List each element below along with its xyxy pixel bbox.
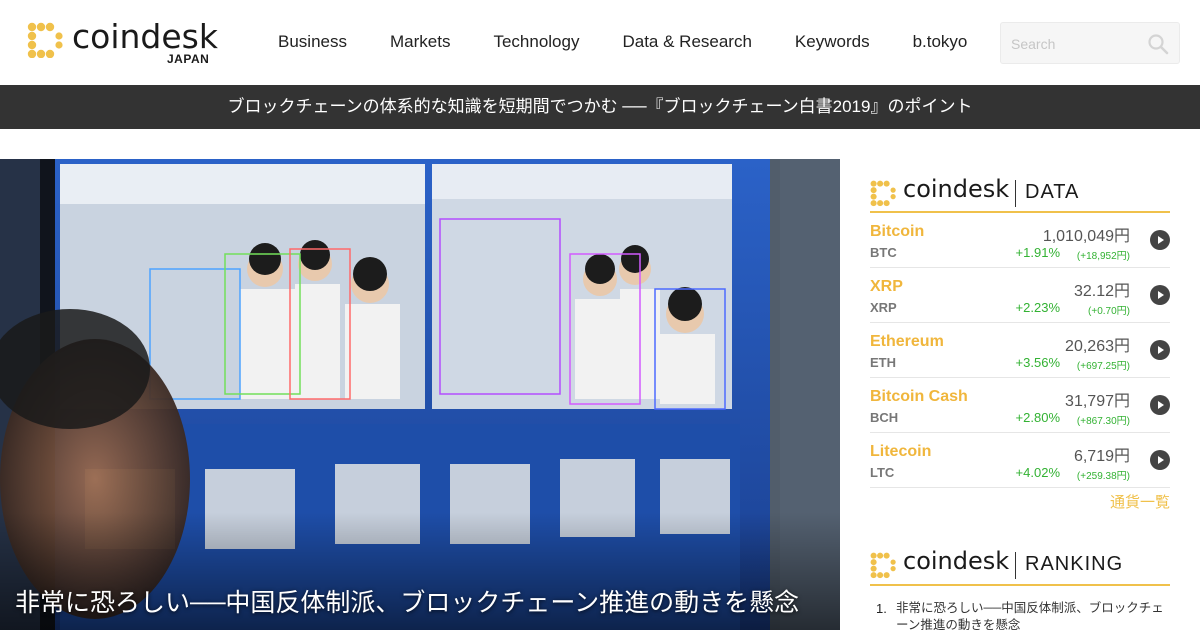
ranking-panel-header: coindesk RANKING bbox=[870, 543, 1170, 586]
ranking-title[interactable]: 非常に恐ろしい──中国反体制派、ブロックチェーン推進の動きを懸念 bbox=[896, 601, 1164, 630]
coin-change-amount: (+867.30円) bbox=[1076, 416, 1130, 427]
search-input[interactable] bbox=[1011, 33, 1141, 55]
coin-symbol: BCH bbox=[870, 410, 899, 425]
coin-price: 32.12円 bbox=[1073, 283, 1130, 300]
logo-wordmark: coindesk bbox=[72, 17, 218, 56]
ranking-number: 1. bbox=[876, 601, 887, 616]
data-panel-label: DATA bbox=[1025, 181, 1080, 203]
coin-change-amount: (+18,952円) bbox=[1076, 251, 1130, 262]
nav-item-technology[interactable]: Technology bbox=[493, 32, 579, 52]
coin-row-bitcoin-cash[interactable]: Bitcoin Cash BCH 31,797円 +2.80% (+867.30… bbox=[870, 378, 1170, 433]
ranking-list: 1. 非常に恐ろしい──中国反体制派、ブロックチェーン推進の動きを懸念 bbox=[870, 600, 1170, 630]
nav-item-btokyo[interactable]: b.tokyo bbox=[913, 32, 968, 52]
coin-symbol: ETH bbox=[870, 355, 896, 370]
coin-price: 6,719円 bbox=[1073, 448, 1130, 465]
play-arrow-icon[interactable] bbox=[1150, 450, 1170, 470]
coin-symbol: BTC bbox=[870, 245, 897, 260]
coin-row-bitcoin[interactable]: Bitcoin BTC 1,010,049円 +1.91% (+18,952円) bbox=[870, 213, 1170, 268]
nav-item-data-research[interactable]: Data & Research bbox=[622, 32, 751, 52]
play-arrow-icon[interactable] bbox=[1150, 230, 1170, 250]
currency-list-link[interactable]: 通貨一覧 bbox=[1110, 491, 1170, 512]
coindesk-japan-logo[interactable]: coindesk JAPAN bbox=[27, 17, 218, 66]
coin-change-percent: +3.56% bbox=[1015, 355, 1060, 370]
coin-symbol: LTC bbox=[870, 465, 895, 480]
hero-image bbox=[0, 159, 840, 630]
coin-change-amount: (+697.25円) bbox=[1076, 361, 1130, 372]
site-header: coindesk JAPAN Business Markets Technolo… bbox=[0, 0, 1200, 85]
coin-name[interactable]: XRP bbox=[870, 278, 903, 296]
play-arrow-icon[interactable] bbox=[1150, 395, 1170, 415]
coin-change-amount: (+259.38円) bbox=[1076, 471, 1130, 482]
coin-row-ethereum[interactable]: Ethereum ETH 20,263円 +3.56% (+697.25円) bbox=[870, 323, 1170, 378]
play-arrow-icon[interactable] bbox=[1150, 340, 1170, 360]
coin-row-litecoin[interactable]: Litecoin LTC 6,719円 +4.02% (+259.38円) bbox=[870, 433, 1170, 488]
coindesk-logo-mark-icon bbox=[870, 180, 896, 207]
ranking-panel-label: RANKING bbox=[1025, 553, 1124, 575]
main-nav: Business Markets Technology Data & Resea… bbox=[278, 32, 1010, 52]
coin-name[interactable]: Bitcoin bbox=[870, 223, 924, 241]
search-box bbox=[1000, 22, 1180, 64]
data-panel: coindesk DATA Bitcoin BTC 1,010,049円 +1.… bbox=[870, 175, 1170, 511]
logo-sub-label: JAPAN bbox=[167, 52, 210, 66]
coin-change-percent: +2.80% bbox=[1015, 410, 1060, 425]
nav-item-business[interactable]: Business bbox=[278, 32, 347, 52]
logo-divider bbox=[1015, 552, 1016, 579]
hero-article[interactable]: 非常に恐ろしい──中国反体制派、ブロックチェーン推進の動きを懸念 bbox=[0, 159, 840, 630]
coin-name[interactable]: Litecoin bbox=[870, 443, 931, 461]
nav-item-keywords[interactable]: Keywords bbox=[795, 32, 870, 52]
coin-row-xrp[interactable]: XRP XRP 32.12円 +2.23% (+0.70円) bbox=[870, 268, 1170, 323]
play-arrow-icon[interactable] bbox=[1150, 285, 1170, 305]
data-panel-header: coindesk DATA bbox=[870, 175, 1170, 213]
coin-price: 31,797円 bbox=[1065, 393, 1130, 410]
coin-name[interactable]: Ethereum bbox=[870, 333, 944, 351]
coin-price: 1,010,049円 bbox=[1042, 228, 1130, 245]
coin-name[interactable]: Bitcoin Cash bbox=[870, 388, 968, 406]
coin-change-percent: +4.02% bbox=[1015, 465, 1060, 480]
coindesk-logo-mark-icon bbox=[27, 22, 63, 58]
coin-symbol: XRP bbox=[870, 300, 897, 315]
coin-change-percent: +2.23% bbox=[1015, 300, 1060, 315]
ranking-panel-logo-word: coindesk bbox=[903, 547, 1010, 575]
featured-banner-link[interactable]: ブロックチェーンの体系的な知識を短期間でつかむ ──『ブロックチェーン白書201… bbox=[0, 85, 1200, 129]
coindesk-logo-mark-icon bbox=[870, 552, 896, 579]
coin-change-amount: (+0.70円) bbox=[1088, 306, 1130, 317]
ranking-panel: coindesk RANKING 1. 非常に恐ろしい──中国反体制派、ブロック… bbox=[870, 543, 1170, 630]
hero-headline[interactable]: 非常に恐ろしい──中国反体制派、ブロックチェーン推進の動きを懸念 bbox=[15, 583, 799, 619]
nav-item-markets[interactable]: Markets bbox=[390, 32, 450, 52]
coin-price: 20,263円 bbox=[1065, 338, 1130, 355]
ranking-item[interactable]: 1. 非常に恐ろしい──中国反体制派、ブロックチェーン推進の動きを懸念 bbox=[870, 600, 1170, 630]
data-panel-logo-word: coindesk bbox=[903, 175, 1010, 203]
logo-divider bbox=[1015, 180, 1016, 207]
search-icon[interactable] bbox=[1147, 33, 1169, 55]
coin-change-percent: +1.91% bbox=[1015, 245, 1060, 260]
